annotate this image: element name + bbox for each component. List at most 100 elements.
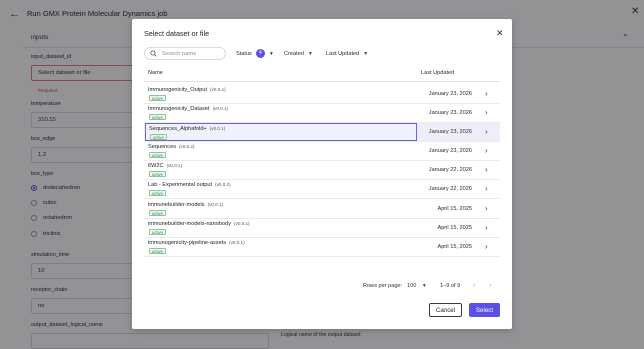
status-badge: active [149, 210, 166, 216]
row-date: January 23, 2026 [428, 129, 472, 135]
row-date: January 22, 2026 [428, 167, 472, 173]
chevron-right-icon[interactable]: › [485, 89, 488, 99]
table-row[interactable]: Lab - Experimental output (v0.0.2) active… [144, 180, 500, 199]
row-name: immunogenicity-pipeline-assets (v0.0.1) [148, 239, 245, 247]
row-date: April 15, 2025 [437, 206, 472, 212]
caret-down-icon: ▼ [307, 50, 313, 57]
row-date: January 23, 2026 [428, 91, 472, 97]
header-divider [144, 81, 500, 82]
modal-title: Select dataset or file [144, 29, 210, 38]
caret-down-icon: ▼ [268, 50, 274, 57]
table-row[interactable]: Immunogenicity_Dataset (v0.0.1) active Ja… [144, 104, 500, 123]
status-badge: active [149, 152, 166, 158]
status-badge: active [149, 190, 166, 196]
chevron-right-icon[interactable]: › [489, 281, 491, 290]
status-badge: active [149, 95, 166, 101]
chevron-right-icon[interactable]: › [485, 108, 488, 118]
row-name-cell: immunebuilder-models-nanobody (v0.0.1) ac… [145, 219, 417, 237]
dataset-version: (v0.0.2) [179, 144, 195, 149]
last-updated-filter[interactable]: Last Updated ▼ [326, 48, 368, 59]
row-name-cell: 6W2C (v0.0.1) active [145, 161, 417, 179]
dataset-name: immunogenicity-pipeline-assets [148, 240, 227, 246]
dataset-version: (v0.0.2) [215, 182, 231, 187]
row-name-cell: Immunogenicity_Dataset (v0.0.1) active [145, 104, 417, 122]
table-row[interactable]: immunebuilder-models-nanobody (v0.0.1) ac… [144, 219, 500, 238]
status-badge: active [150, 134, 167, 140]
created-filter-label: Created [284, 50, 304, 57]
row-date: April 15, 2025 [437, 244, 472, 250]
dataset-name: Immunogenicity_Output [148, 87, 208, 93]
dataset-version: (v0.0.1) [212, 106, 229, 111]
row-name-cell: Immunogenicity_Output (v0.0.1) active [145, 85, 417, 103]
rows-per-page-select[interactable]: 100 ▼ [407, 282, 427, 290]
dataset-name: Sequences [148, 144, 176, 150]
dataset-name: Lab - Experimental output [148, 182, 213, 188]
row-name-cell: immunogenicity-pipeline-assets (v0.0.1) a… [145, 238, 417, 256]
status-count-badge: 4 [255, 49, 265, 58]
dataset-version: (v0.0.1) [234, 221, 250, 226]
status-badge: active [149, 171, 166, 177]
row-date: April 15, 2025 [437, 225, 472, 231]
dataset-version: (v0.0.1) [229, 240, 245, 245]
column-header-name[interactable]: Name [148, 69, 163, 77]
chevron-right-icon[interactable]: › [485, 165, 488, 175]
dataset-version: (v0.0.1) [166, 163, 183, 168]
chevron-right-icon[interactable]: › [485, 146, 488, 156]
row-name: immunebuilder-models (v0.0.1) [148, 201, 223, 209]
search-input[interactable] [162, 48, 224, 59]
select-button[interactable]: Select [469, 303, 500, 317]
table-row[interactable]: Sequences (v0.0.2) active January 23, 202… [144, 142, 500, 161]
row-name: 6W2C (v0.0.1) [148, 162, 182, 170]
row-name: Lab - Experimental output (v0.0.2) [148, 181, 231, 189]
chevron-right-icon[interactable]: › [485, 127, 488, 137]
table-row[interactable]: immunogenicity-pipeline-assets (v0.0.1) a… [144, 238, 500, 257]
chevron-left-icon[interactable]: ‹ [473, 281, 475, 290]
status-badge: active [149, 114, 166, 120]
status-filter-label: Status [236, 50, 252, 57]
row-name-cell: Sequences (v0.0.2) active [145, 142, 417, 160]
search-icon [150, 50, 157, 57]
cancel-button[interactable]: Cancel [429, 303, 462, 317]
last-updated-filter-label: Last Updated [326, 50, 360, 57]
chevron-right-icon[interactable]: › [485, 223, 488, 233]
status-badge: active [149, 229, 166, 235]
search-box[interactable] [144, 47, 226, 60]
table-row[interactable]: Immunogenicity_Output (v0.0.1) active Jan… [144, 85, 500, 104]
pagination-range: 1–9 of 9 [440, 283, 461, 289]
status-filter[interactable]: Status 4 ▼ [236, 48, 274, 59]
dataset-name: Immunogenicity_Dataset [148, 106, 210, 112]
dataset-version: (v0.0.1) [209, 126, 226, 131]
row-name-cell: Sequences_Alphafold+ (v0.0.1) active [145, 123, 417, 141]
row-name: Sequences (v0.0.2) [148, 143, 195, 151]
chevron-right-icon[interactable]: › [485, 242, 488, 252]
dataset-name: immunebuilder-models [148, 202, 205, 208]
rows-per-page-label: Rows per page: [363, 283, 403, 289]
row-name-cell: Lab - Experimental output (v0.0.2) active [145, 180, 417, 198]
row-date: January 23, 2026 [428, 148, 472, 154]
table-row-selected[interactable]: Sequences_Alphafold+ (v0.0.1) active Janu… [144, 123, 500, 142]
row-date: January 23, 2026 [428, 110, 472, 116]
dataset-name: immunebuilder-models-nanobody [148, 221, 232, 227]
row-date: January 22, 2026 [428, 186, 472, 192]
row-name: Sequences_Alphafold+ (v0.0.1) [149, 125, 225, 133]
rows-per-page-value: 100 [407, 283, 417, 289]
chevron-right-icon[interactable]: › [485, 184, 488, 194]
created-filter[interactable]: Created ▼ [284, 48, 313, 59]
row-name: Immunogenicity_Dataset (v0.0.1) [148, 105, 228, 113]
chevron-right-icon[interactable]: › [485, 204, 488, 214]
row-name: immunebuilder-models-nanobody (v0.0.1) [148, 220, 250, 228]
dataset-version: (v0.0.1) [210, 87, 226, 92]
select-dataset-modal: Select dataset or file ✕ Status 4 ▼ Crea… [132, 19, 512, 329]
row-name: Immunogenicity_Output (v0.0.1) [148, 86, 226, 94]
table-row[interactable]: 6W2C (v0.0.1) active January 22, 2026 › [144, 161, 500, 180]
row-name-cell: immunebuilder-models (v0.0.1) active [145, 200, 417, 218]
dataset-name: Sequences_Alphafold+ [149, 126, 207, 132]
status-badge: active [149, 248, 166, 254]
table-row[interactable]: immunebuilder-models (v0.0.1) active Apri… [144, 200, 500, 219]
caret-down-icon: ▼ [421, 283, 427, 289]
column-header-last-updated[interactable]: Last Updated [421, 69, 454, 77]
dataset-name: 6W2C [148, 163, 164, 169]
close-icon[interactable]: ✕ [496, 27, 504, 39]
caret-down-icon: ▼ [363, 50, 369, 57]
dataset-version: (v0.0.1) [207, 202, 224, 207]
